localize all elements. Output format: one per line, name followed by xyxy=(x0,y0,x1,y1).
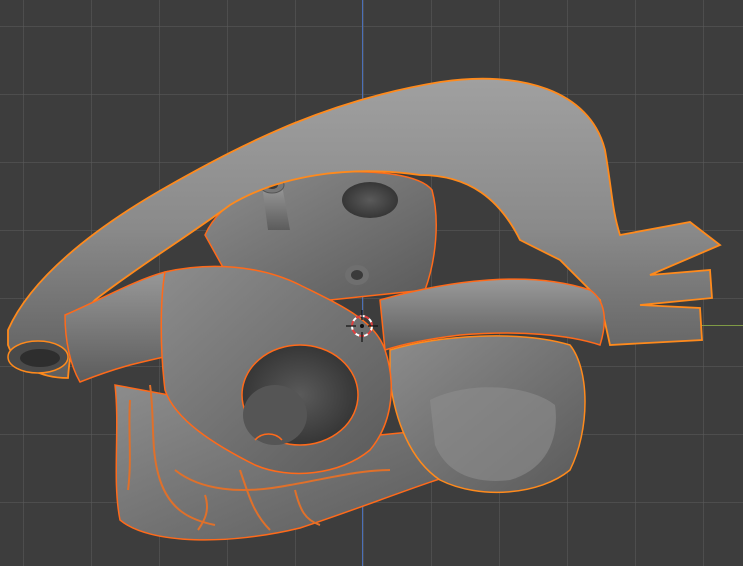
mesh-detail xyxy=(243,385,307,445)
heart-mesh[interactable] xyxy=(0,0,743,566)
atrium-opening xyxy=(342,182,398,218)
mesh-detail xyxy=(20,349,60,367)
mesh-detail xyxy=(351,270,363,280)
3d-viewport[interactable] xyxy=(0,0,743,566)
